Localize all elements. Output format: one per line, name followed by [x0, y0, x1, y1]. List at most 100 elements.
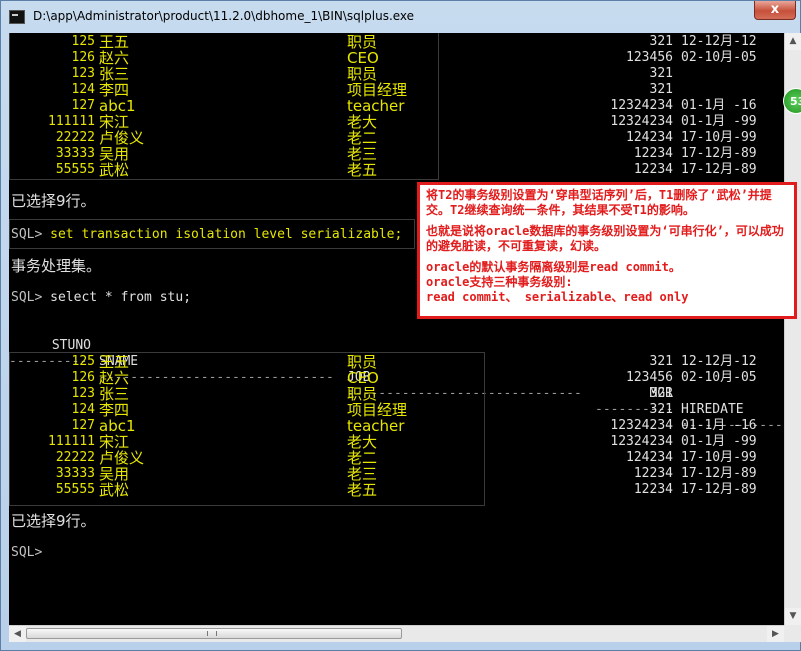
cell-hiredate: 17-12月-89 [681, 482, 757, 497]
annotation-line-4: oracle支持三种事务级别: [426, 275, 573, 289]
cell-mgr: 321 [649, 354, 673, 369]
selected-rows-message-1: 已选择9行。 [11, 192, 96, 210]
cell-mgr: 12324234 [610, 98, 673, 113]
scroll-right-icon[interactable]: ▶ [767, 626, 784, 642]
cell-job: 老大 [347, 433, 378, 451]
console-output[interactable]: 125 王五 职员 321 12-12月-12 126 赵六 CEO 123456 02-10月-… [9, 33, 784, 625]
table-row: 125 王五 职员 321 12-12月-12 [9, 34, 784, 50]
table-row: 111111 宋江 老大 12324234 01-1月 -99 [9, 434, 784, 450]
cell-sname: 赵六 [99, 49, 130, 67]
cell-stuno: 127 [71, 98, 95, 113]
cell-mgr: 12234 [633, 466, 673, 481]
cell-job: 项目经理 [347, 81, 408, 99]
command-line-2: SQL> select * from stu; [11, 290, 191, 306]
sql-prompt-current[interactable]: SQL> [11, 545, 42, 561]
cell-sname: 李四 [99, 401, 130, 419]
cell-stuno: 123 [71, 386, 95, 401]
transaction-result: 事务处理集。 [11, 257, 102, 275]
cell-mgr: 12234 [633, 162, 673, 177]
cell-hiredate: 17-12月-89 [681, 162, 757, 177]
cell-stuno: 126 [71, 370, 95, 385]
cell-job: 老二 [347, 129, 378, 147]
cell-mgr: 123456 [626, 50, 673, 65]
cell-hiredate: 02-10月-05 [681, 370, 757, 385]
horizontal-scrollbar[interactable]: ◀ ▶ [9, 625, 784, 642]
resize-grip[interactable] [784, 625, 801, 642]
command-line-1: SQL> set transaction isolation level ser… [11, 227, 402, 243]
cell-job: teacher [347, 97, 405, 115]
cell-mgr: 124234 [626, 130, 673, 145]
cell-job: 老三 [347, 465, 378, 483]
cell-sname: 卢俊义 [99, 449, 145, 467]
horizontal-scroll-thumb[interactable] [26, 628, 402, 639]
cell-hiredate: 01-1月 -99 [681, 434, 757, 449]
selected-rows-message-2: 已选择9行。 [11, 512, 96, 530]
vertical-scrollbar[interactable]: ▲ ▼ [784, 33, 801, 625]
cell-job: 老大 [347, 113, 378, 131]
cell-sname: abc1 [99, 417, 136, 435]
table-row: 127 abc1 teacher 12324234 01-1月 -16 [9, 98, 784, 114]
cell-mgr: 12324234 [610, 114, 673, 129]
console-app-icon [9, 10, 25, 24]
sql-command: set transaction isolation level serializ… [50, 227, 403, 242]
scroll-up-icon[interactable]: ▲ [785, 33, 801, 50]
title-bar[interactable]: D:\app\Administrator\product\11.2.0\dbho… [1, 1, 801, 33]
table-row: 33333 吴用 老三 12234 17-12月-89 [9, 146, 784, 162]
cell-stuno: 55555 [55, 482, 95, 497]
cell-sname: 王五 [99, 33, 130, 51]
cell-job: teacher [347, 417, 405, 435]
scroll-down-icon[interactable]: ▼ [785, 608, 801, 625]
cell-job: 老五 [347, 161, 378, 179]
cell-job: CEO [347, 49, 379, 67]
annotation-line-5: read commit、 serializable、read only [426, 290, 689, 304]
cell-sname: 宋江 [99, 113, 130, 131]
cell-stuno: 123 [71, 66, 95, 81]
annotation-line-2: 也就是说将oracle数据库的事务级别设置为‘可串行化’，可以成功的避免脏读，不… [426, 224, 784, 253]
window-title: D:\app\Administrator\product\11.2.0\dbho… [33, 9, 415, 23]
table-row: 123 张三 职员 321 [9, 66, 784, 82]
cell-sname: abc1 [99, 97, 136, 115]
table-row: 111111 宋江 老大 12324234 01-1月 -99 [9, 114, 784, 130]
table-row: 126 赵六 CEO 123456 02-10月-05 [9, 50, 784, 66]
scroll-left-icon[interactable]: ◀ [9, 626, 26, 642]
cell-hiredate: 12-12月-12 [681, 354, 757, 369]
cell-sname: 王五 [99, 353, 130, 371]
table-row: 124 李四 项目经理 321 [9, 82, 784, 98]
cell-job: 职员 [347, 385, 378, 403]
cell-stuno: 111111 [48, 434, 95, 449]
cell-hiredate: 01-1月 -16 [681, 418, 757, 433]
cell-stuno: 22222 [55, 450, 95, 465]
cell-stuno: 124 [71, 82, 95, 97]
cell-hiredate: 02-10月-05 [681, 50, 757, 65]
close-button[interactable]: x [754, 1, 796, 20]
cell-stuno: 124 [71, 402, 95, 417]
table-row: 55555 武松 老五 12234 17-12月-89 [9, 162, 784, 178]
cell-hiredate: 17-12月-89 [681, 146, 757, 161]
cell-mgr: 123456 [626, 370, 673, 385]
table-row: 123 张三 职员 321 [9, 386, 784, 402]
cell-job: 职员 [347, 353, 378, 371]
cell-sname: 李四 [99, 81, 130, 99]
cell-mgr: 124234 [626, 450, 673, 465]
sql-command: select * from stu; [50, 290, 192, 305]
cell-hiredate: 12-12月-12 [681, 34, 757, 49]
result-header: STUNO SNAME JOB MGR HIREDATE [9, 322, 784, 417]
annotation-box: 将T2的事务级别设置为‘穿串型话序列’后，T1删除了‘武松’并提交。T2继续查询… [417, 182, 797, 319]
cell-mgr: 321 [649, 34, 673, 49]
cell-mgr: 321 [649, 82, 673, 97]
cell-stuno: 33333 [55, 146, 95, 161]
cell-mgr: 12324234 [610, 434, 673, 449]
cell-sname: 武松 [99, 481, 130, 499]
table-row: 124 李四 项目经理 321 [9, 402, 784, 418]
cell-mgr: 321 [649, 386, 673, 401]
table-row: 127 abc1 teacher 12324234 01-1月 -16 [9, 418, 784, 434]
annotation-line-3: oracle的默认事务隔离级别是read commit。 [426, 260, 681, 274]
annotation-line-1: 将T2的事务级别设置为‘穿串型话序列’后，T1删除了‘武松’并提交。T2继续查询… [426, 188, 772, 217]
cell-hiredate: 17-10月-99 [681, 450, 757, 465]
table-row: 126 赵六 CEO 123456 02-10月-05 [9, 370, 784, 386]
sql-prompt: SQL> [11, 227, 51, 242]
cell-sname: 宋江 [99, 433, 130, 451]
cell-hiredate: 17-12月-89 [681, 466, 757, 481]
cell-mgr: 12234 [633, 482, 673, 497]
cell-sname: 武松 [99, 161, 130, 179]
